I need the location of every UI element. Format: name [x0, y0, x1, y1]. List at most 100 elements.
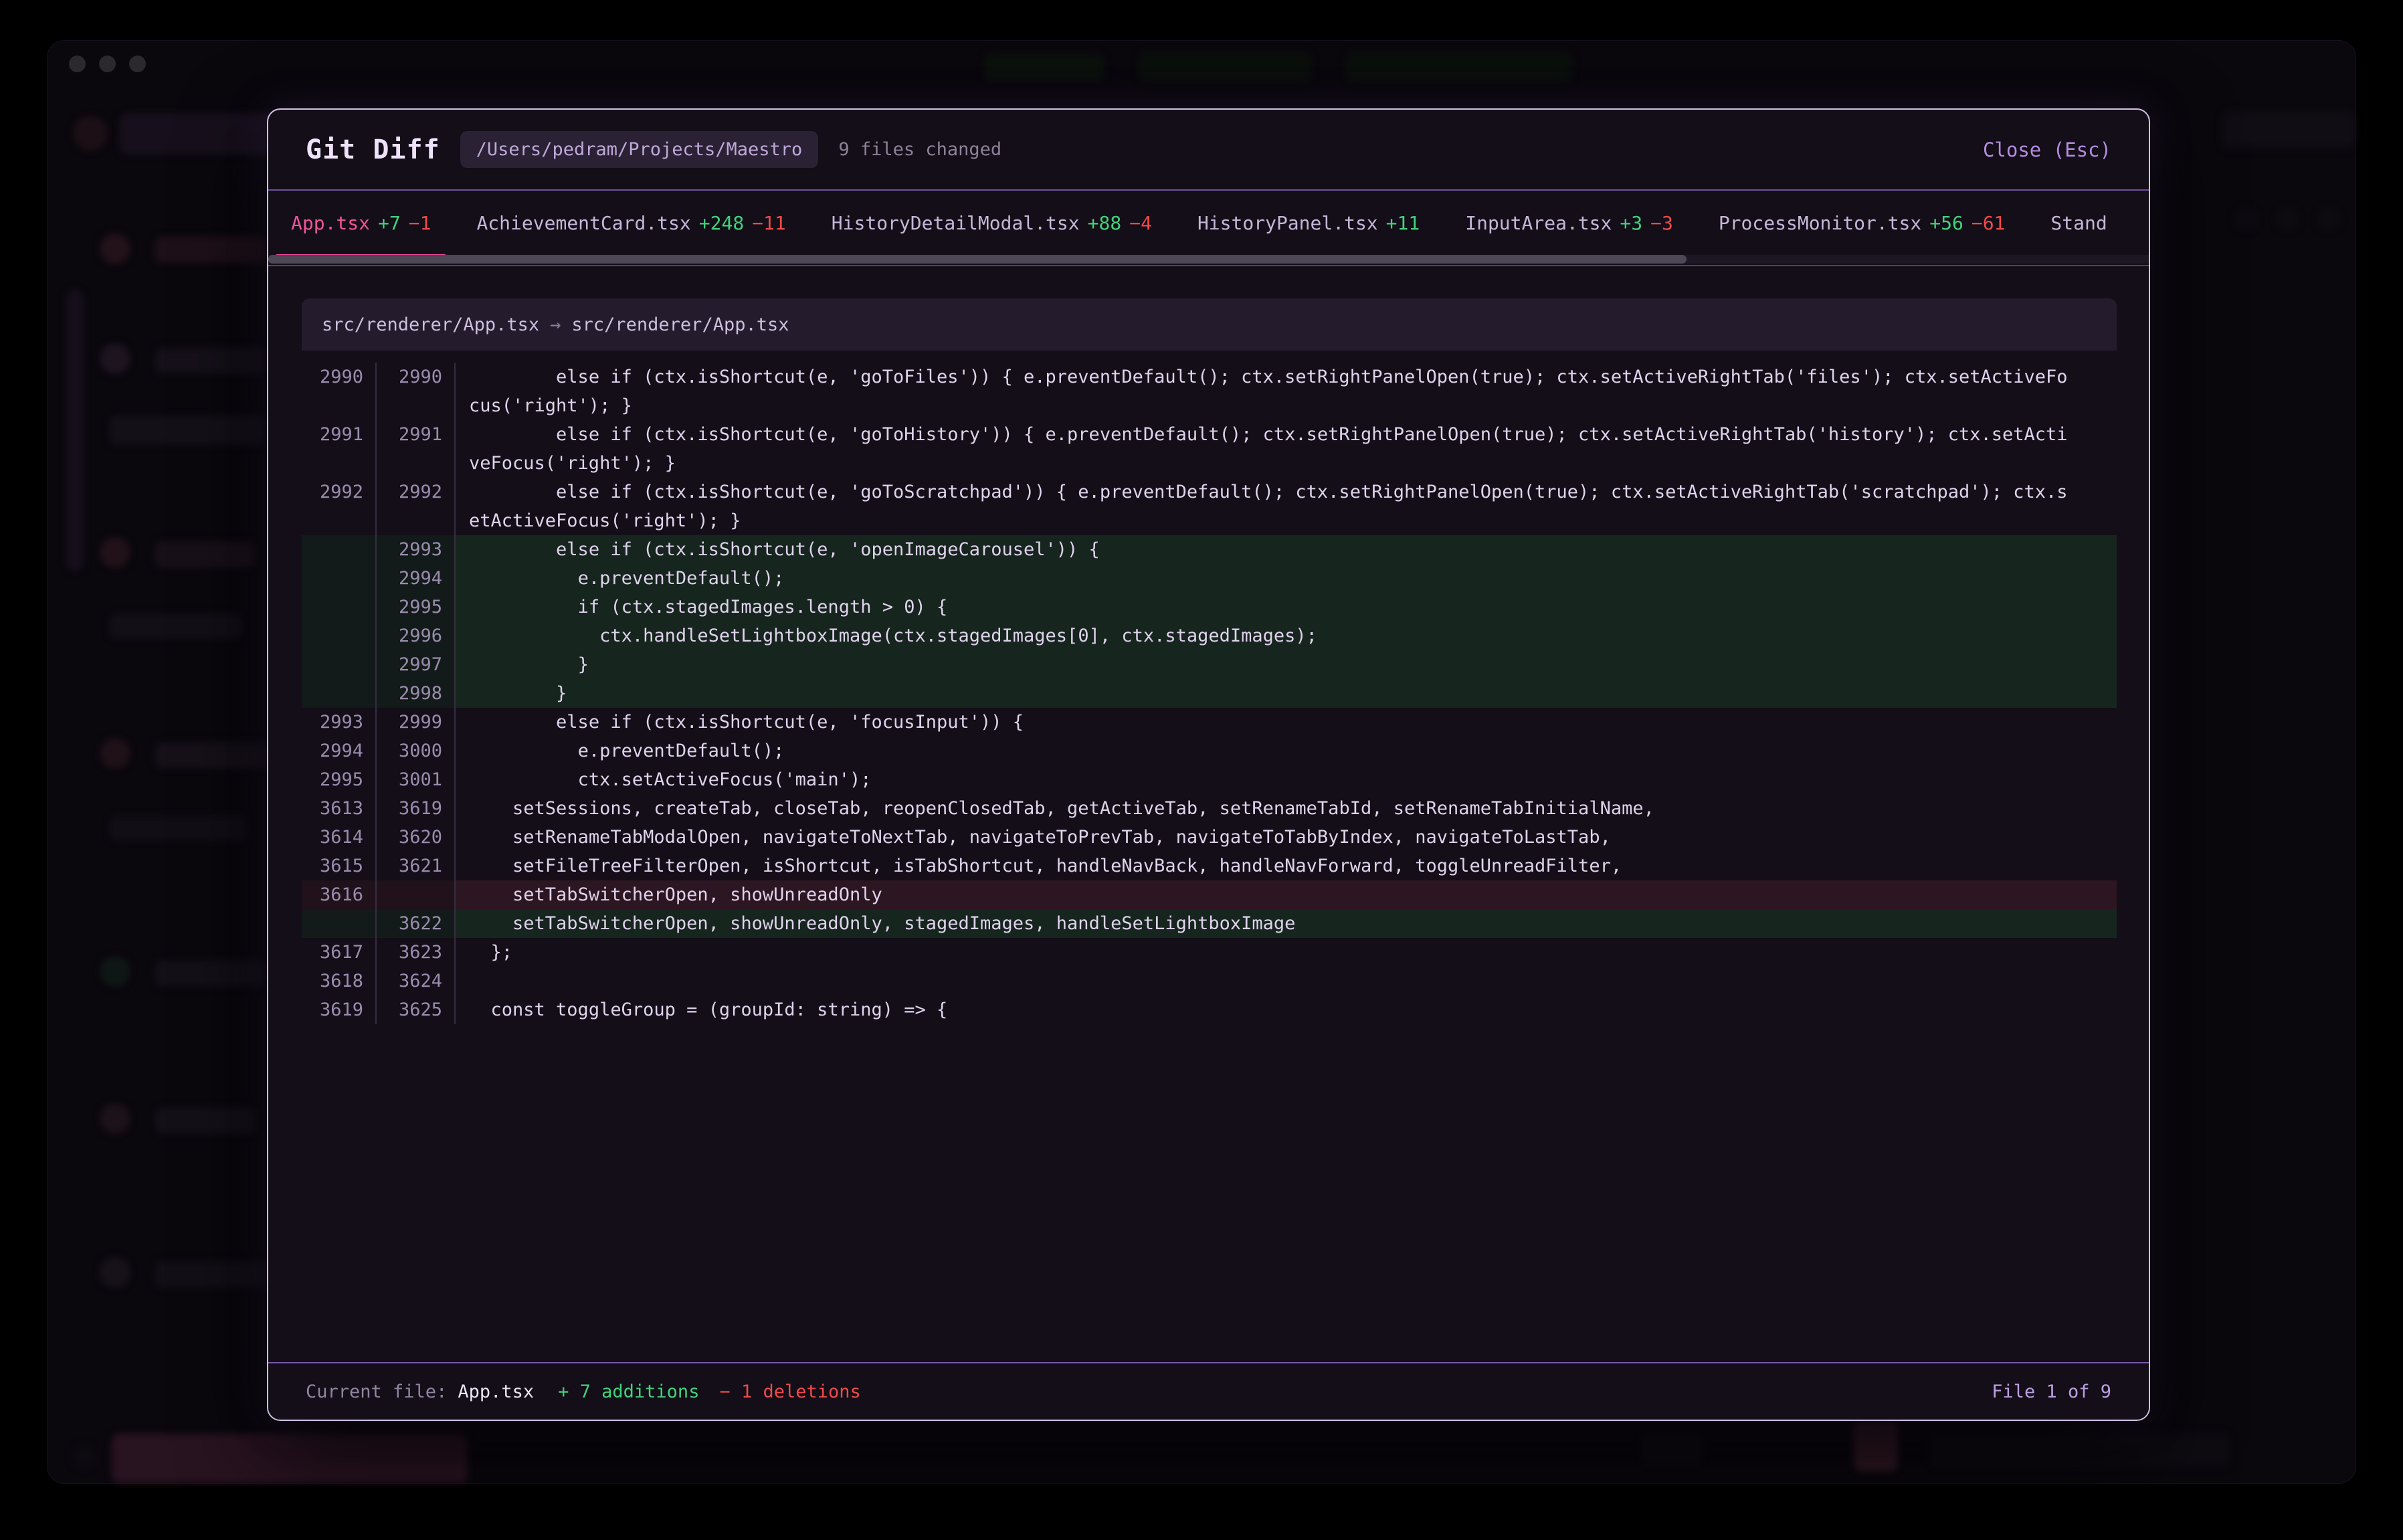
tab-deletions: −3 — [1650, 212, 1673, 234]
sidebar-item-blob — [100, 233, 130, 264]
diff-row-context: 36183624 — [302, 967, 2117, 995]
new-line-number: 2997 — [377, 650, 456, 679]
sidebar-item-blob — [155, 1261, 275, 1288]
diff-file-tab[interactable]: HistoryPanel.tsx+11 — [1175, 191, 1442, 255]
sidebar-item-blob — [100, 537, 130, 568]
top-right-blob — [2222, 111, 2356, 149]
top-right-blob — [2275, 207, 2299, 231]
old-line-number: 3614 — [302, 823, 377, 852]
files-changed-count: 9 files changed — [838, 139, 1001, 160]
sidebar-header-blob — [120, 113, 280, 155]
code-cell: setTabSwitcherOpen, showUnreadOnly, stag… — [456, 909, 2117, 938]
current-file-label: Current file: — [306, 1381, 447, 1402]
code-cell: e.preventDefault(); — [456, 564, 2117, 593]
old-line-number — [302, 679, 377, 708]
code-cell: ctx.handleSetLightboxImage(ctx.stagedIma… — [456, 621, 2117, 650]
tab-file-name: HistoryDetailModal.tsx — [832, 212, 1080, 234]
new-line-number: 2994 — [377, 564, 456, 593]
new-line-number: 3620 — [377, 823, 456, 852]
old-line-number — [302, 535, 377, 564]
git-diff-modal: Git Diff /Users/pedram/Projects/Maestro … — [267, 108, 2150, 1421]
bottom-right-blob — [1929, 1432, 2230, 1467]
new-line-number: 2992 — [377, 478, 456, 535]
diff-row-added: 2997 } — [302, 650, 2117, 679]
diff-body: 29902990 else if (ctx.isShortcut(e, 'goT… — [302, 363, 2117, 1024]
window-maximize-button[interactable] — [129, 56, 146, 72]
bottom-left-blob — [72, 1444, 97, 1470]
new-line-number: 2999 — [377, 708, 456, 737]
new-line-number: 3622 — [377, 909, 456, 938]
code-cell: if (ctx.stagedImages.length > 0) { — [456, 593, 2117, 621]
deletions-count: − 1 deletions — [719, 1381, 860, 1402]
diff-row-context: 29953001 ctx.setActiveFocus('main'); — [302, 765, 2117, 794]
git-diff-header: Git Diff /Users/pedram/Projects/Maestro … — [268, 110, 2149, 191]
diff-row-context: 36143620 setRenameTabModalOpen, navigate… — [302, 823, 2117, 852]
sidebar-logo-blob — [73, 116, 108, 151]
old-line-number: 2995 — [302, 765, 377, 794]
diff-file-tab[interactable]: InputArea.tsx+3−3 — [1442, 191, 1696, 255]
new-line-number: 3625 — [377, 995, 456, 1024]
sidebar-item-blob — [100, 1257, 130, 1288]
new-line-number: 2993 — [377, 535, 456, 564]
diff-file-tab[interactable]: ProcessMonitor.tsx+56−61 — [1696, 191, 2028, 255]
sidebar-item-blob — [100, 1103, 130, 1134]
diff-row-context: 36153621 setFileTreeFilterOpen, isShortc… — [302, 852, 2117, 880]
old-line-number: 3613 — [302, 794, 377, 823]
top-right-blob — [2317, 207, 2341, 231]
window-minimize-button[interactable] — [99, 56, 116, 72]
code-cell: setTabSwitcherOpen, showUnreadOnly — [456, 880, 2117, 909]
new-line-number: 3619 — [377, 794, 456, 823]
tab-deletions: −11 — [752, 212, 786, 234]
tab-file-name: HistoryPanel.tsx — [1197, 212, 1378, 234]
diff-content: src/renderer/App.tsx → src/renderer/App.… — [268, 266, 2149, 1024]
diff-row-added: 2995 if (ctx.stagedImages.length > 0) { — [302, 593, 2117, 621]
old-line-number: 2990 — [302, 363, 377, 420]
diff-file-tab[interactable]: App.tsx+7−1 — [268, 191, 454, 255]
tabs-scrollbar-thumb[interactable] — [268, 255, 1687, 264]
close-button[interactable]: Close (Esc) — [1983, 138, 2111, 161]
diff-row-added: 2996 ctx.handleSetLightboxImage(ctx.stag… — [302, 621, 2117, 650]
diff-file-tab[interactable]: Stand — [2028, 191, 2129, 255]
diff-row-context: 29912991 else if (ctx.isShortcut(e, 'goT… — [302, 420, 2117, 478]
sidebar-item-blob — [109, 815, 247, 841]
file-path-to: src/renderer/App.tsx — [571, 314, 789, 335]
old-line-number: 2991 — [302, 420, 377, 478]
tabs-scrollbar-track — [268, 255, 2149, 264]
diff-row-context: 29932999 else if (ctx.isShortcut(e, 'foc… — [302, 708, 2117, 737]
tab-file-name: ProcessMonitor.tsx — [1719, 212, 1921, 234]
code-cell: else if (ctx.isShortcut(e, 'focusInput')… — [456, 708, 2117, 737]
diff-file-tab[interactable]: HistoryDetailModal.tsx +88 −4 — [809, 191, 1175, 255]
code-cell: e.preventDefault(); — [456, 737, 2117, 765]
sidebar-item-blob — [100, 343, 130, 374]
top-right-blob — [2234, 207, 2258, 231]
bottom-right-blob — [1641, 1434, 1703, 1464]
old-line-number: 3619 — [302, 995, 377, 1024]
old-line-number — [302, 564, 377, 593]
code-cell: else if (ctx.isShortcut(e, 'goToScratchp… — [456, 478, 2117, 535]
sidebar-item-blob — [66, 290, 84, 571]
window-close-button[interactable] — [69, 56, 86, 72]
diff-file-tab[interactable]: AchievementCard.tsx+248−11 — [454, 191, 808, 255]
tab-additions: +88 — [1088, 212, 1122, 234]
code-cell: setFileTreeFilterOpen, isShortcut, isTab… — [456, 852, 2117, 880]
sidebar-item-blob — [155, 742, 280, 769]
old-line-number: 3616 — [302, 880, 377, 909]
old-line-number — [302, 650, 377, 679]
tab-file-name: Stand — [2050, 212, 2107, 234]
new-line-number: 3001 — [377, 765, 456, 794]
diff-row-added: 3622 setTabSwitcherOpen, showUnreadOnly,… — [302, 909, 2117, 938]
diff-row-context: 29943000 e.preventDefault(); — [302, 737, 2117, 765]
tab-deletions: −4 — [1129, 212, 1152, 234]
diff-file-tabs: App.tsx+7−1AchievementCard.tsx+248−11His… — [268, 191, 2149, 255]
old-line-number: 3615 — [302, 852, 377, 880]
new-line-number: 3000 — [377, 737, 456, 765]
diff-row-added: 2993 else if (ctx.isShortcut(e, 'openIma… — [302, 535, 2117, 564]
old-line-number — [302, 593, 377, 621]
modal-title: Git Diff — [306, 134, 440, 165]
new-line-number: 3623 — [377, 938, 456, 967]
old-line-number — [302, 621, 377, 650]
new-line-number: 2991 — [377, 420, 456, 478]
diff-row-added: 2994 e.preventDefault(); — [302, 564, 2117, 593]
code-cell: }; — [456, 938, 2117, 967]
old-line-number: 2992 — [302, 478, 377, 535]
